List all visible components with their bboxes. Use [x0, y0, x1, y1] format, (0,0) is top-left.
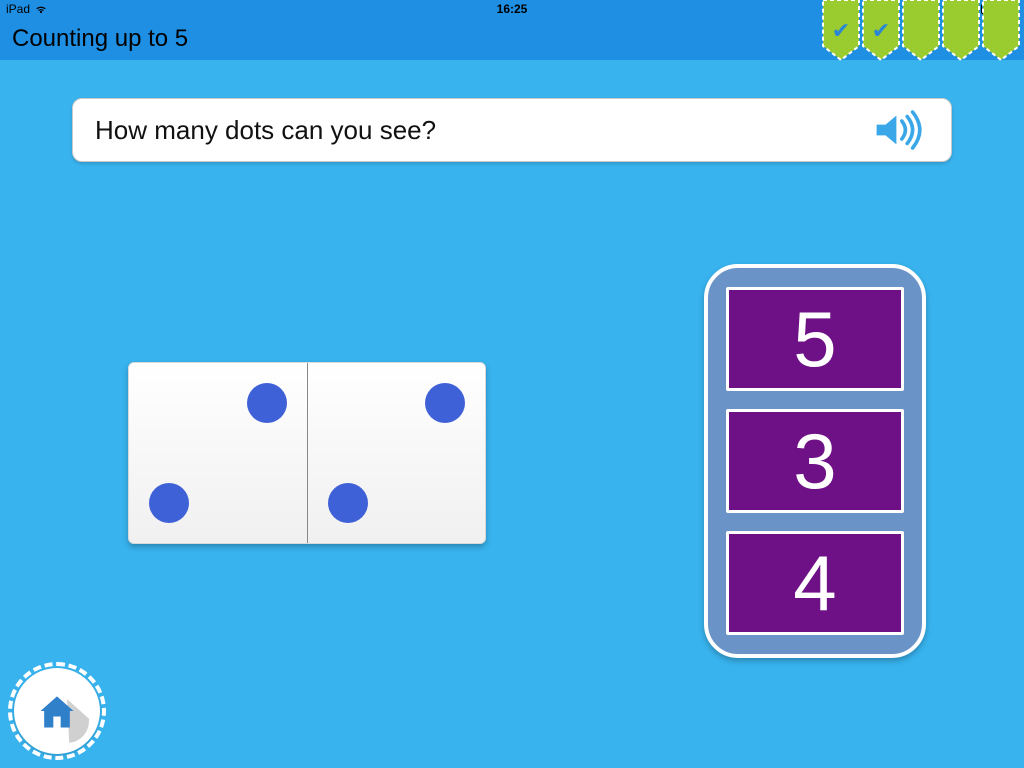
device-label: iPad	[6, 2, 30, 16]
check-icon: ✔	[872, 18, 890, 44]
domino-right-half	[308, 363, 486, 543]
home-icon	[35, 689, 79, 733]
question-bar: How many dots can you see?	[72, 98, 952, 162]
progress-badge: ✔	[862, 0, 900, 62]
wifi-icon	[34, 3, 48, 15]
question-text: How many dots can you see?	[95, 115, 436, 146]
domino-dot	[328, 483, 368, 523]
speaker-button[interactable]	[871, 108, 929, 152]
answer-option[interactable]: 5	[726, 287, 904, 391]
domino-left-half	[129, 363, 308, 543]
answer-label: 3	[793, 422, 836, 500]
progress-badges: ✔ ✔	[822, 0, 1020, 62]
domino-dot	[247, 383, 287, 423]
domino-dot	[425, 383, 465, 423]
progress-badge	[942, 0, 980, 62]
domino-dot	[149, 483, 189, 523]
answer-option[interactable]: 4	[726, 531, 904, 635]
page-title: Counting up to 5	[12, 25, 188, 53]
domino	[128, 362, 486, 544]
progress-badge	[902, 0, 940, 62]
answer-label: 4	[793, 544, 836, 622]
answer-label: 5	[793, 300, 836, 378]
speaker-icon	[873, 110, 927, 150]
progress-badge	[982, 0, 1020, 62]
answer-panel: 5 3 4	[704, 264, 926, 658]
answer-option[interactable]: 3	[726, 409, 904, 513]
home-button[interactable]	[14, 668, 100, 754]
check-icon: ✔	[832, 18, 850, 44]
progress-badge: ✔	[822, 0, 860, 62]
clock-label: 16:25	[497, 2, 528, 16]
